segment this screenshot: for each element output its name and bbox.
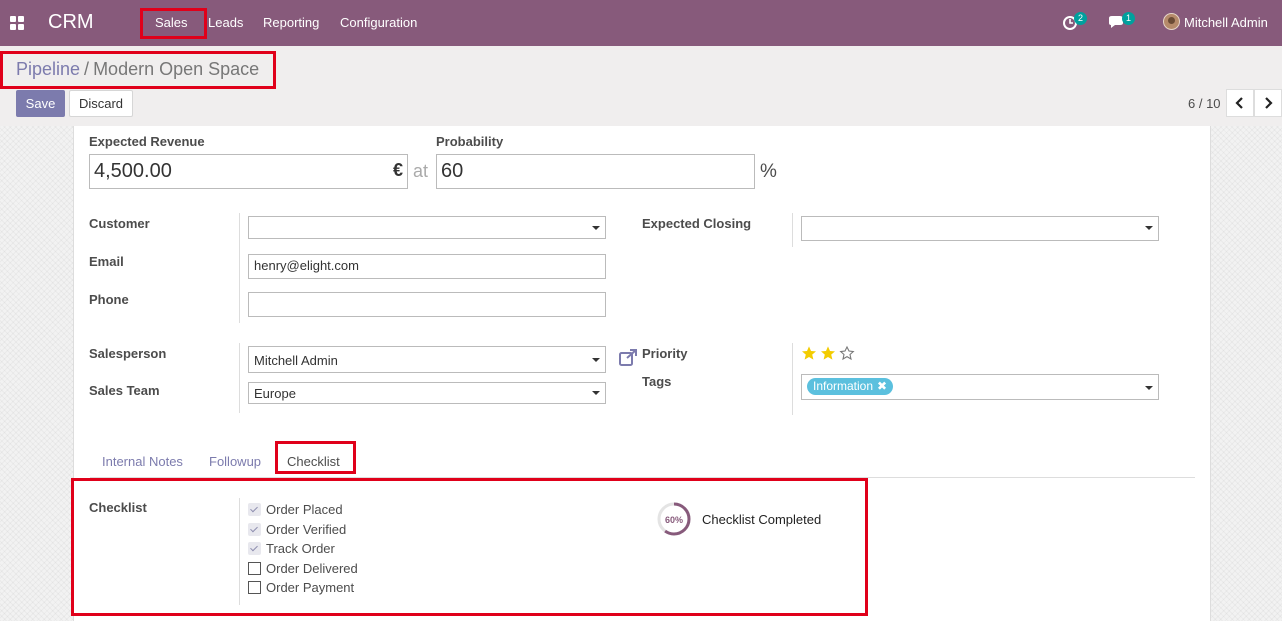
discard-button[interactable]: Discard <box>69 90 133 117</box>
chevron-right-icon <box>1265 97 1273 109</box>
dropdown-caret-icon <box>1145 226 1153 230</box>
sales-team-select[interactable]: Europe <box>248 382 606 404</box>
save-button[interactable]: Save <box>16 90 65 117</box>
dropdown-caret-icon <box>592 358 600 362</box>
expected-closing-label: Expected Closing <box>642 216 752 231</box>
probability-input[interactable]: 60 <box>436 154 755 189</box>
activity-count-badge: 2 <box>1074 12 1087 25</box>
pager-value[interactable]: 6 / 10 <box>1188 96 1221 111</box>
email-field[interactable]: henry@elight.com <box>248 254 606 279</box>
percent-sign: % <box>760 161 777 182</box>
pager-next-button[interactable] <box>1254 89 1282 117</box>
app-name[interactable]: CRM <box>48 11 94 34</box>
salesperson-value: Mitchell Admin <box>254 353 338 368</box>
sales-team-label: Sales Team <box>89 383 160 398</box>
currency-symbol: € <box>392 160 403 180</box>
probability-value: 60 <box>441 160 464 182</box>
chevron-left-icon <box>1235 97 1243 109</box>
user-menu-name[interactable]: Mitchell Admin <box>1184 15 1268 30</box>
menu-leads[interactable]: Leads <box>208 15 243 30</box>
tag-label: Information <box>813 379 874 393</box>
tag-badge: Information ✖ <box>807 378 894 395</box>
tags-label: Tags <box>642 374 672 389</box>
highlight-box-breadcrumb <box>0 51 276 89</box>
salesperson-label: Salesperson <box>89 346 167 361</box>
apps-menu-icon[interactable] <box>10 16 24 30</box>
at-label: at <box>413 161 429 181</box>
priority-label: Priority <box>642 346 688 361</box>
star-empty-icon[interactable] <box>839 345 855 361</box>
expected-revenue-value: 4,500.00 <box>94 160 172 182</box>
email-label: Email <box>89 254 124 269</box>
field-separator <box>792 213 793 247</box>
menu-configuration[interactable]: Configuration <box>340 15 417 30</box>
phone-field[interactable] <box>248 292 606 317</box>
expected-revenue-input[interactable]: 4,500.00 € <box>89 154 408 189</box>
expected-revenue-label: Expected Revenue <box>89 134 205 149</box>
highlight-box-checklist <box>71 478 868 616</box>
remove-tag-icon[interactable]: ✖ <box>877 378 887 395</box>
email-value: henry@elight.com <box>254 258 359 273</box>
field-separator <box>239 213 240 323</box>
sales-team-value: Europe <box>254 386 296 401</box>
dropdown-caret-icon <box>1145 386 1153 390</box>
highlight-box-checklist-tab <box>275 441 356 474</box>
tab-followup[interactable]: Followup <box>209 454 261 469</box>
tab-internal-notes[interactable]: Internal Notes <box>102 454 183 469</box>
star-filled-icon[interactable] <box>820 345 836 361</box>
priority-stars[interactable] <box>801 345 858 364</box>
external-link-icon[interactable] <box>619 349 638 366</box>
phone-label: Phone <box>89 292 129 307</box>
menu-reporting[interactable]: Reporting <box>263 15 319 30</box>
salesperson-select[interactable]: Mitchell Admin <box>248 346 606 373</box>
customer-label: Customer <box>89 216 150 231</box>
dropdown-caret-icon <box>592 391 600 395</box>
probability-label: Probability <box>436 134 504 149</box>
message-count-badge: 1 <box>1122 12 1135 25</box>
customer-select[interactable] <box>248 216 606 239</box>
field-separator <box>239 343 240 413</box>
dropdown-caret-icon <box>592 226 600 230</box>
highlight-box-sales <box>140 8 207 39</box>
expected-closing-date-field[interactable] <box>801 216 1159 241</box>
user-avatar[interactable] <box>1163 13 1180 30</box>
pager-previous-button[interactable] <box>1226 89 1254 117</box>
field-separator <box>792 343 793 415</box>
star-filled-icon[interactable] <box>801 345 817 361</box>
